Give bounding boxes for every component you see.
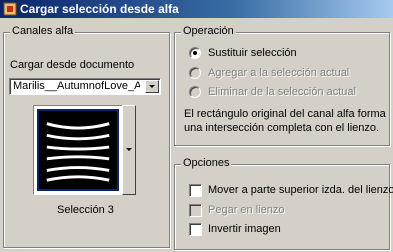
checkbox-invert-image[interactable] [189,223,202,236]
paste-on-canvas-label[interactable]: Pegar en lienzo [208,204,284,216]
alpha-channels-legend: Canales alfa [10,25,76,37]
chevron-down-icon [126,148,132,151]
selection-thumbnail[interactable] [33,105,123,195]
add-to-selection-label[interactable]: Agregar a la selección actual [208,67,349,79]
document-select-value: Marilis__AutumnofLove_Al [13,80,140,92]
selection-dropdown-button[interactable] [122,105,136,195]
operation-group: Operación Sustituir selección Agregar a … [174,25,390,146]
operation-description-line2: una intersección completa con el lienzo. [184,122,380,134]
operation-description-line1: El rectángulo original del canal alfa fo… [184,108,386,120]
title-bar[interactable]: Cargar selección desde alfa [0,0,393,18]
load-from-document-label: Cargar desde documento [10,59,135,71]
radio-selected-dot [193,51,197,55]
options-group: Opciones Mover a parte superior izda. de… [174,157,393,250]
app-icon [3,2,17,16]
checkbox-paste-on-canvas[interactable] [189,204,202,217]
remove-from-selection-label[interactable]: Eliminar de la selección actual [208,86,356,98]
document-dropdown-button[interactable] [145,80,159,93]
selection-name-label: Selección 3 [57,204,114,216]
checkbox-move-top-left[interactable] [189,184,202,197]
replace-selection-label[interactable]: Sustituir selección [208,47,297,59]
window-title: Cargar selección desde alfa [20,2,179,16]
invert-image-label[interactable]: Invertir imagen [208,223,281,235]
radio-replace-selection[interactable] [189,47,201,59]
chevron-down-icon [149,85,155,88]
alpha-preview-image [37,109,119,191]
radio-remove-from-selection[interactable] [189,86,201,98]
radio-add-to-selection[interactable] [189,67,201,79]
document-select[interactable]: Marilis__AutumnofLove_Al [9,78,161,95]
move-top-left-label[interactable]: Mover a parte superior izda. del lienzo [208,184,393,196]
alpha-channels-group: Canales alfa Cargar desde documento Mari… [3,25,170,248]
operation-legend: Operación [181,25,236,37]
options-legend: Opciones [181,157,232,169]
